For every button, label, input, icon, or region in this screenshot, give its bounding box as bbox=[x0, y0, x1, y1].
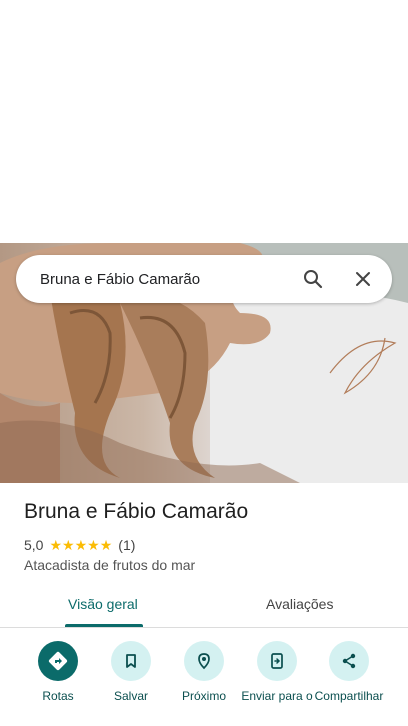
search-input[interactable]: Bruna e Fábio Camarão bbox=[40, 271, 302, 288]
search-icon[interactable] bbox=[302, 268, 324, 290]
save-button[interactable]: Salvar bbox=[94, 641, 168, 703]
divider bbox=[0, 627, 408, 628]
nearby-button[interactable]: Próximo bbox=[167, 641, 241, 703]
tab-overview[interactable]: Visão geral bbox=[68, 596, 138, 612]
share-button[interactable]: Compartilhar bbox=[312, 641, 386, 703]
close-icon[interactable] bbox=[352, 268, 374, 290]
send-to-phone-label: Enviar para o bbox=[241, 689, 313, 703]
star-rating: ★ ★ ★ ★ ★ bbox=[49, 538, 112, 552]
star-icon: ★ bbox=[87, 537, 100, 553]
star-icon: ★ bbox=[74, 537, 88, 553]
send-to-phone-circle[interactable] bbox=[257, 641, 297, 681]
directions-icon bbox=[48, 651, 68, 671]
send-to-phone-icon bbox=[271, 653, 283, 669]
nearby-icon bbox=[198, 653, 210, 670]
search-bar[interactable]: Bruna e Fábio Camarão bbox=[16, 255, 392, 303]
directions-label: Rotas bbox=[42, 689, 74, 703]
rating-value: 5,0 bbox=[24, 537, 44, 553]
rating-row[interactable]: 5,0 ★ ★ ★ ★ ★ (1) bbox=[24, 537, 135, 553]
share-icon bbox=[342, 653, 356, 669]
directions-circle[interactable] bbox=[38, 641, 78, 681]
save-label: Salvar bbox=[113, 689, 148, 703]
star-icon: ★ bbox=[99, 537, 113, 553]
nearby-circle[interactable] bbox=[184, 641, 224, 681]
map-blank-area bbox=[0, 0, 408, 243]
review-count[interactable]: (1) bbox=[118, 537, 135, 553]
tab-reviews[interactable]: Avaliações bbox=[266, 596, 333, 612]
nearby-label: Próximo bbox=[181, 689, 226, 703]
tab-bar: Visão geral Avaliações bbox=[0, 586, 408, 628]
star-icon: ★ bbox=[49, 537, 63, 553]
directions-button[interactable]: Rotas bbox=[21, 641, 95, 703]
share-circle[interactable] bbox=[329, 641, 369, 681]
place-category: Atacadista de frutos do mar bbox=[24, 557, 196, 573]
star-icon: ★ bbox=[62, 537, 75, 553]
send-to-phone-button[interactable]: Enviar para o bbox=[240, 641, 314, 703]
bookmark-icon bbox=[126, 654, 136, 668]
place-title: Bruna e Fábio Camarão bbox=[24, 500, 249, 523]
share-label: Compartilhar bbox=[314, 689, 384, 703]
save-circle[interactable] bbox=[111, 641, 151, 681]
